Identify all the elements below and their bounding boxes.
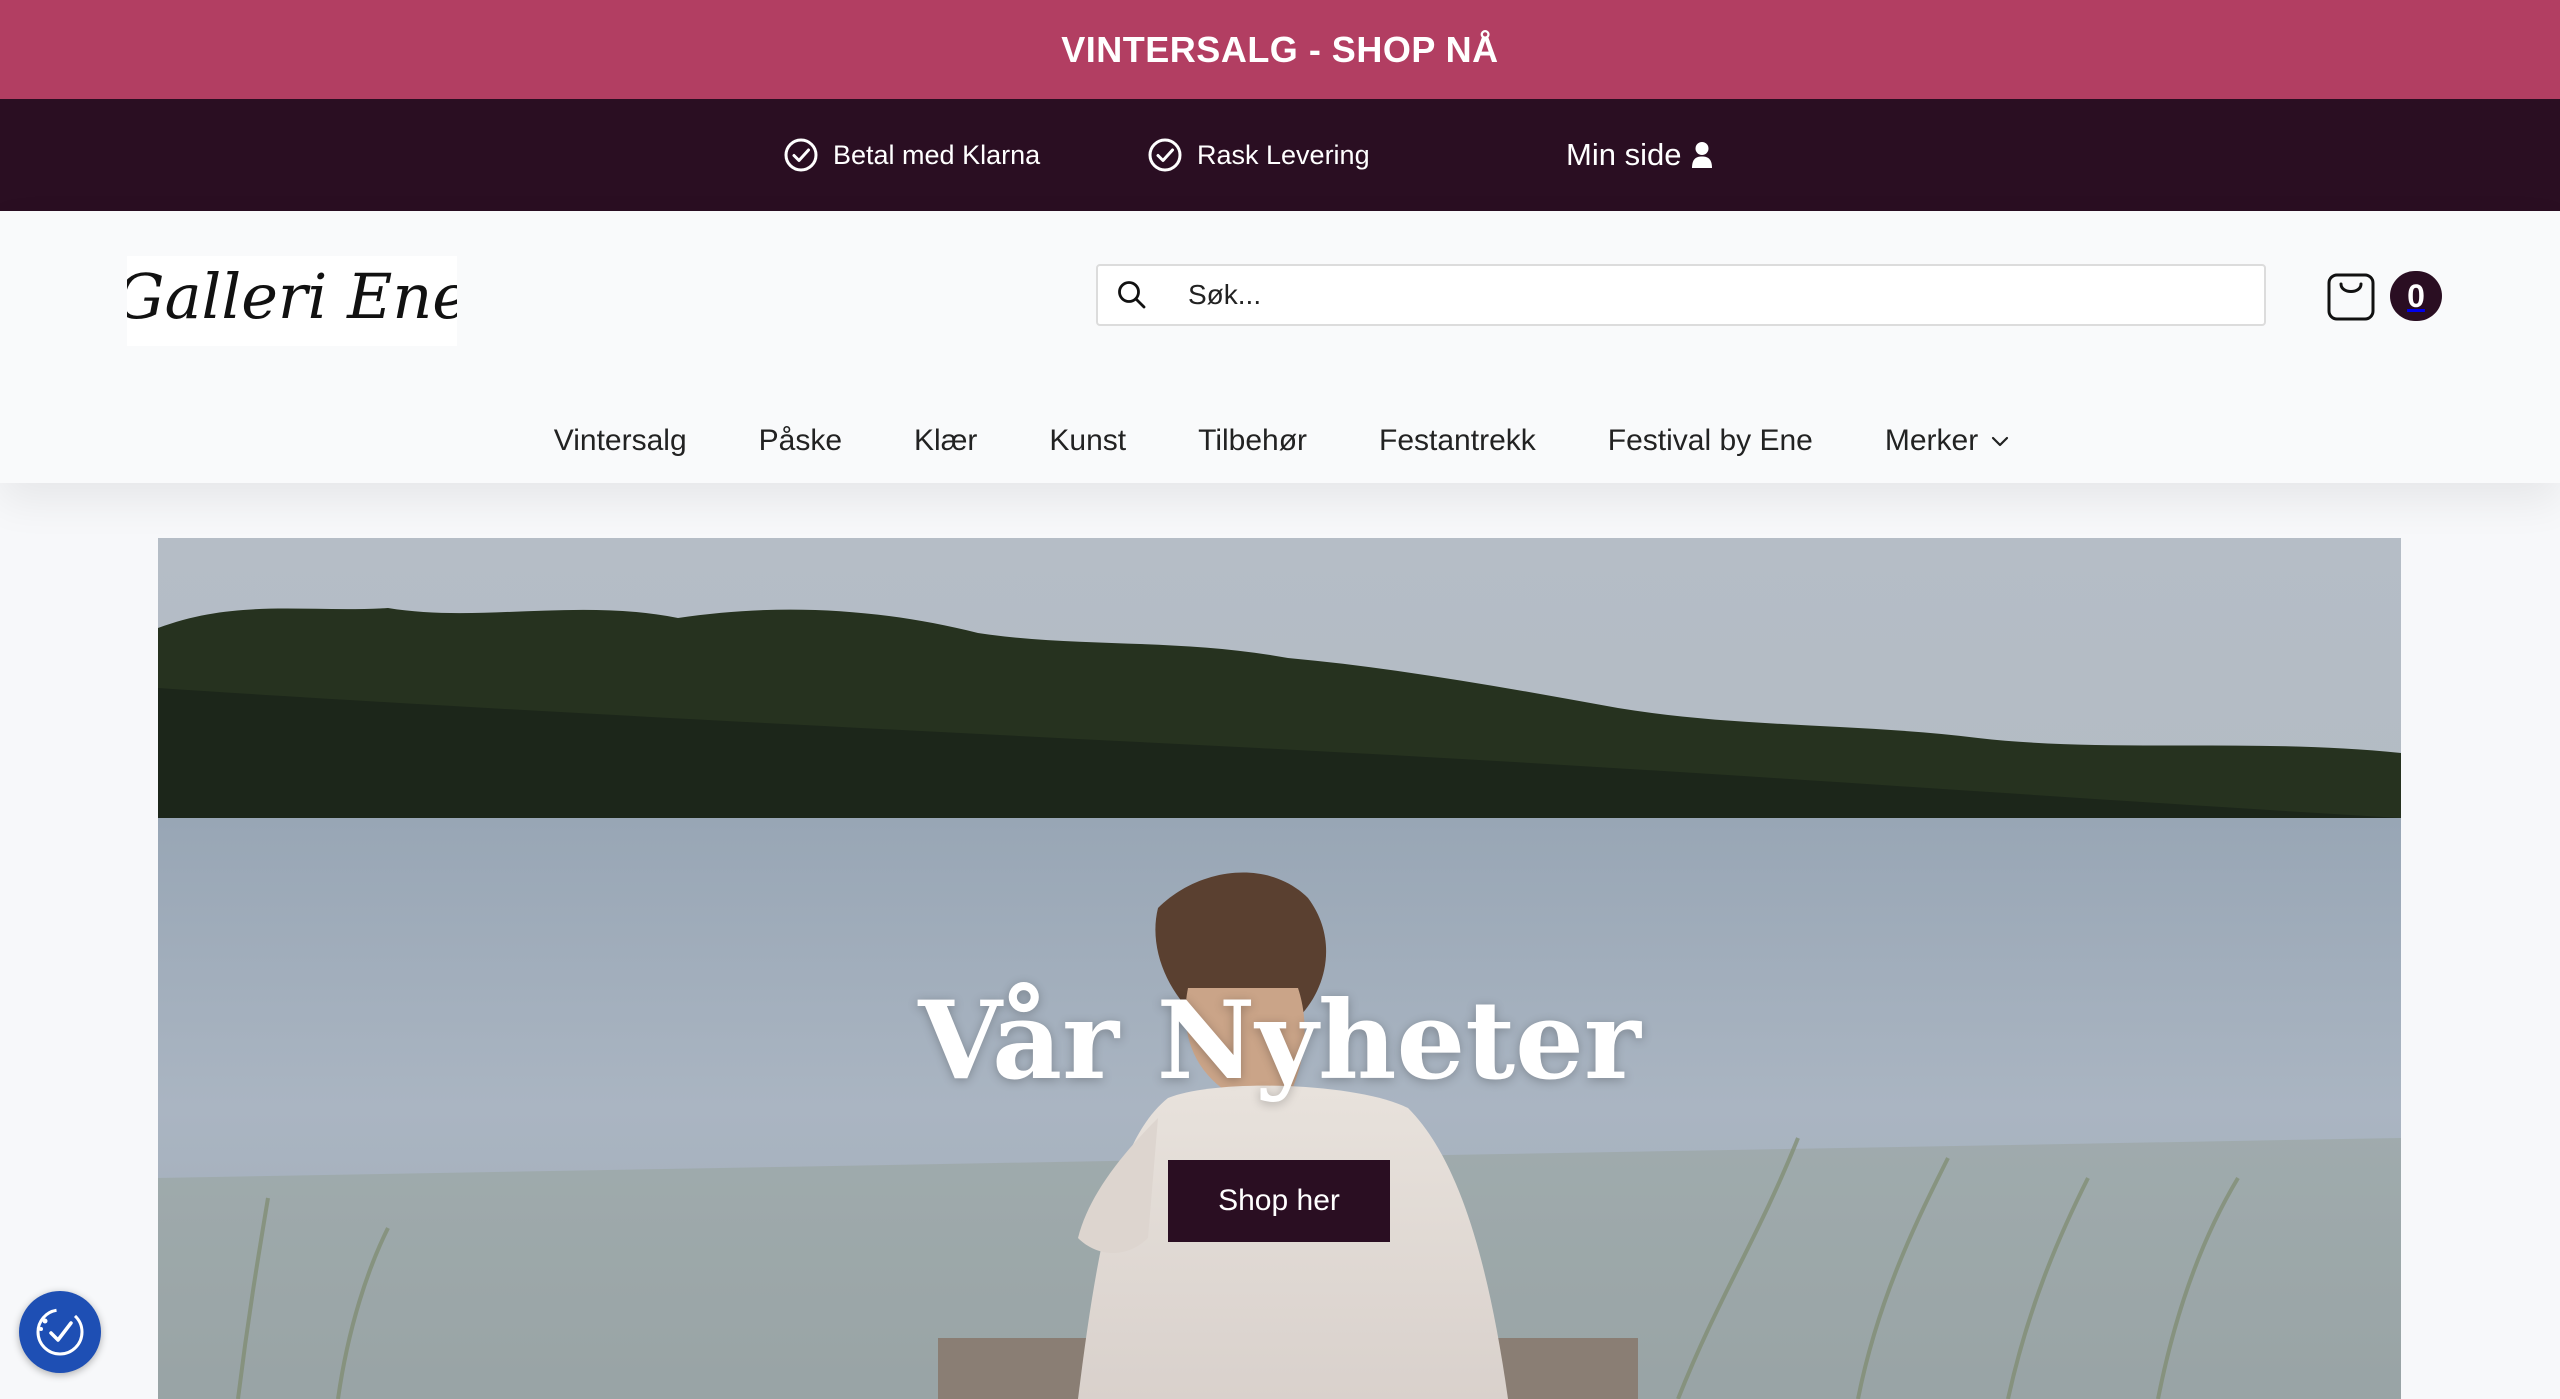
promo-bar: VINTERSALG - SHOP NÅ — [0, 0, 2560, 99]
hero-banner: Vår Nyheter Shop her — [158, 538, 2401, 1399]
search-icon[interactable] — [1098, 266, 1166, 324]
nav-item-tilbehor[interactable]: Tilbehør — [1198, 424, 1307, 458]
accessibility-button[interactable] — [19, 1291, 101, 1373]
nav-item-kunst[interactable]: Kunst — [1049, 424, 1126, 458]
chevron-down-icon — [1992, 436, 2009, 447]
check-circle-icon — [784, 138, 818, 172]
account-label: Min side — [1566, 137, 1682, 172]
nav-item-festival[interactable]: Festival by Ene — [1608, 424, 1813, 458]
cart-count-badge: 0 — [2390, 271, 2442, 321]
accessibility-icon — [36, 1308, 84, 1356]
search-bar — [1096, 264, 2266, 326]
nav-item-vintersalg[interactable]: Vintersalg — [554, 424, 687, 458]
usp-label: Betal med Klarna — [833, 139, 1041, 170]
hero-title: Vår Nyheter — [918, 978, 1641, 1104]
nav-item-klaer[interactable]: Klær — [914, 424, 977, 458]
cart-button[interactable]: 0 — [2326, 270, 2442, 322]
usp-bar: Betal med Klarna Rask Levering Min side — [0, 99, 2560, 211]
usp-item-levering: Rask Levering — [1147, 99, 1370, 211]
nav-item-paske[interactable]: Påske — [759, 424, 842, 458]
nav-item-merker[interactable]: Merker — [1885, 424, 2010, 458]
usp-label: Rask Levering — [1197, 139, 1370, 170]
site-header: Galleri Ene 0 Vintersalg Påske Klær Kuns… — [0, 211, 2560, 483]
hero-image — [158, 538, 2401, 1399]
check-circle-icon — [1148, 138, 1182, 172]
logo-image: Galleri Ene — [127, 260, 457, 333]
shop-here-button[interactable]: Shop her — [1168, 1160, 1390, 1242]
logo[interactable]: Galleri Ene — [127, 256, 457, 346]
main-nav: Vintersalg Påske Klær Kunst Tilbehør Fes… — [0, 411, 2560, 471]
usp-item-klarna: Betal med Klarna — [783, 99, 1040, 211]
shopping-bag-icon — [2327, 273, 2375, 321]
search-input[interactable] — [1166, 267, 2264, 323]
account-link[interactable]: Min side — [1566, 99, 1713, 211]
user-icon — [1692, 142, 1713, 168]
nav-item-label: Merker — [1884, 424, 1979, 457]
logo-wordmark: Galleri Ene — [127, 260, 457, 333]
nav-item-festantrekk[interactable]: Festantrekk — [1379, 424, 1536, 458]
promo-link[interactable]: VINTERSALG - SHOP NÅ — [1061, 29, 1498, 71]
